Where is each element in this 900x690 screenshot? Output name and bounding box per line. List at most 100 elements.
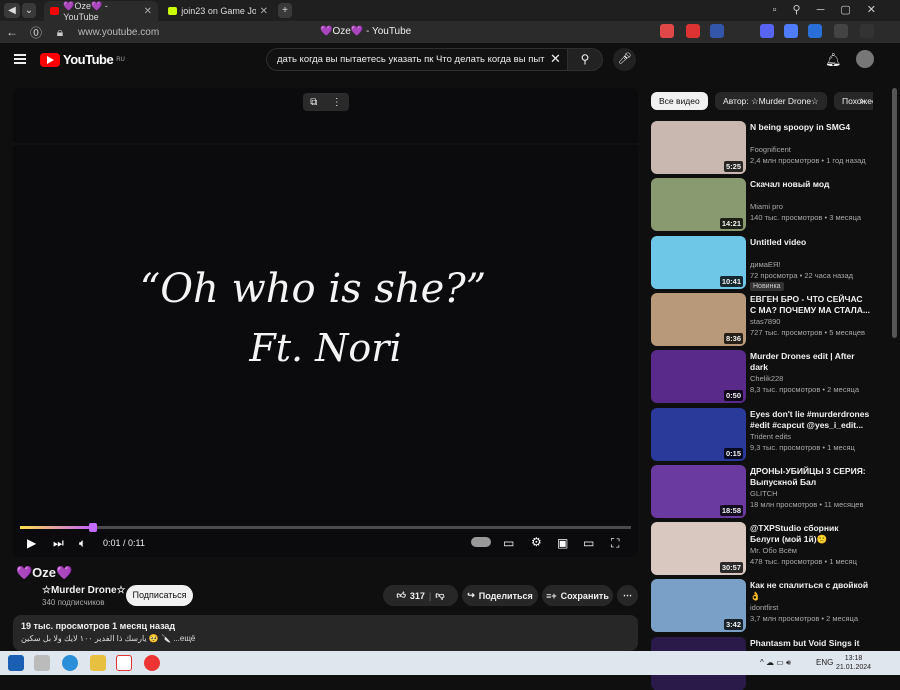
video-thumbnail[interactable]: 30:57	[651, 522, 746, 576]
recommendation-title[interactable]: ЕВГЕН БРО - ЧТО СЕЙЧАС С МА? ПОЧЕМУ МА С…	[750, 294, 870, 316]
url-field[interactable]: www.youtube.com	[78, 27, 159, 38]
search-input[interactable]: дать когда вы пытаетесь указать пк Что д…	[266, 48, 568, 71]
search-button[interactable]: ⚲	[567, 48, 603, 71]
windows-start-icon[interactable]	[8, 655, 24, 671]
subtitles-icon[interactable]: ▭	[503, 536, 514, 550]
new-tab-button[interactable]: +	[278, 3, 292, 18]
more-actions-button[interactable]: ⋯	[617, 585, 638, 606]
chip-all[interactable]: Все видео	[651, 92, 708, 110]
like-icon[interactable]: 👍︎	[396, 590, 405, 601]
voice-search-button[interactable]: 🎤︎	[613, 48, 636, 71]
tab-youtube[interactable]: 💜Oze💜 - YouTube ✕	[44, 1, 158, 22]
extension-icon[interactable]	[660, 24, 674, 38]
cast-icon[interactable]: ⧉	[310, 97, 317, 108]
recommendation-title[interactable]: Untitled video	[750, 237, 870, 248]
miniplayer-icon[interactable]: ▣	[557, 536, 568, 550]
video-thumbnail[interactable]: 0:50	[651, 350, 746, 404]
translate-icon[interactable]	[808, 24, 822, 38]
yandex-icon[interactable]	[144, 655, 160, 671]
video-thumbnail[interactable]: 5:25	[651, 121, 746, 174]
channel-name[interactable]: ☆Murder Drone☆	[42, 585, 126, 596]
yandex-id-icon[interactable]: ⓪	[24, 24, 48, 41]
progress-knob[interactable]	[89, 523, 98, 532]
fullscreen-icon[interactable]: ⛶	[611, 536, 619, 551]
dislike-icon[interactable]: 👎︎	[435, 590, 444, 601]
recommendation-channel[interactable]: idontfirst	[750, 603, 778, 612]
recommendation-channel[interactable]: Mr. Обо Всём	[750, 546, 797, 555]
chip-related[interactable]: Похожее	[834, 92, 873, 110]
recommendation-channel[interactable]: Chelik228	[750, 374, 783, 383]
more-icon[interactable]: ⋮	[332, 97, 342, 108]
settings-icon[interactable]: ⚙	[531, 535, 542, 549]
yandex-browser-icon[interactable]	[116, 655, 132, 671]
video-player[interactable]: ⧉ ⋮ “Oh who is she?” Ft. Nori ▶ ⏭︎ 🔈︎ 0:…	[13, 88, 638, 557]
recommendation-channel[interactable]: димаЕЯ!	[750, 260, 780, 269]
video-thumbnail[interactable]: 18:58	[651, 464, 746, 518]
next-icon[interactable]: ⏭︎	[53, 536, 64, 551]
chip-author[interactable]: Автор: ☆Murder Drone☆	[715, 92, 827, 110]
sound-icon[interactable]: ◀	[4, 3, 20, 18]
download-icon[interactable]	[860, 24, 874, 38]
notifications-icon[interactable]: 🔔︎	[825, 52, 842, 68]
close-icon[interactable]: ✕	[260, 6, 268, 17]
recommendation-title[interactable]: Как не спалиться с двойкой👌	[750, 580, 870, 602]
play-icon[interactable]: ▶	[27, 536, 36, 550]
recommendation-channel[interactable]: Foognificent	[750, 145, 791, 154]
volume-icon[interactable]: 🔈︎	[79, 536, 86, 551]
avatar[interactable]	[856, 50, 874, 68]
edge-icon[interactable]	[62, 655, 78, 671]
recommendation-title[interactable]: Eyes don't lie #murderdrones #edit #capc…	[750, 409, 870, 431]
scrollbar[interactable]	[892, 88, 897, 338]
progress-bar[interactable]	[20, 523, 631, 532]
subscribe-button[interactable]: Подписаться	[126, 585, 193, 606]
extension-icon[interactable]	[834, 24, 848, 38]
close-icon[interactable]: ✕	[144, 6, 152, 17]
recommendation-item[interactable]: 0:15 Eyes don't lie #murderdrones #edit #…	[651, 407, 891, 461]
channel-avatar[interactable]	[16, 585, 38, 607]
recommendation-channel[interactable]: stas7890	[750, 317, 780, 326]
tray-icons[interactable]: ^ ☁ ▭ 🔊︎	[760, 658, 791, 668]
back-icon[interactable]: ←	[0, 25, 24, 39]
discord-icon[interactable]	[760, 24, 774, 38]
menu-icon[interactable]	[14, 54, 26, 64]
recommendation-item[interactable]: 10:41 Untitled video димаЕЯ! 72 просмотра •…	[651, 235, 891, 291]
recommendation-item[interactable]: 3:42 Как не спалиться с двойкой👌 idontfirs…	[651, 579, 891, 633]
tab-menu-icon[interactable]: ⌄	[22, 3, 36, 18]
video-thumbnail[interactable]: 8:36	[651, 292, 746, 346]
extension-icon[interactable]	[686, 24, 700, 38]
video-thumbnail[interactable]: 0:15	[651, 407, 746, 461]
file-explorer-icon[interactable]	[90, 655, 106, 671]
recommendation-item[interactable]: 18:58 ДРОНЫ-УБИЙЦЫ 3 СЕРИЯ: Выпускной Бал…	[651, 464, 891, 518]
recommendation-item[interactable]: 5:25 N being spoopy in SMG4 Foognificent 2,…	[651, 121, 891, 174]
save-button[interactable]: ≡+ Сохранить	[542, 585, 613, 606]
recommendation-item[interactable]: 30:57 @TXPStudio сборник Белуги (мой 1й)🙁…	[651, 522, 891, 576]
recommendation-title[interactable]: N being spoopy in SMG4	[750, 122, 870, 133]
recommendation-channel[interactable]: GLITCH	[750, 489, 778, 498]
recommendation-item[interactable]: 14:21 Скачал новый мод Miami pro 140 тыс. п…	[651, 178, 891, 232]
recommendation-title[interactable]: @TXPStudio сборник Белуги (мой 1й)🙁	[750, 523, 870, 545]
recommendation-title[interactable]: Murder Drones edit | After dark	[750, 351, 870, 373]
recommendation-channel[interactable]: Trident edits	[750, 432, 791, 441]
clear-search-icon[interactable]: ✕	[550, 51, 561, 67]
theater-icon[interactable]: ▭	[583, 536, 594, 550]
chevron-right-icon[interactable]: ›	[860, 95, 864, 107]
extension-icon[interactable]	[784, 24, 798, 38]
language-indicator[interactable]: ENG	[816, 658, 833, 667]
like-dislike-button[interactable]: 👍︎ 317 | 👎︎	[383, 585, 458, 606]
description-box[interactable]: 19 тыс. просмотров 1 месяц назад يارسك ذ…	[13, 615, 638, 651]
clock[interactable]: 13:18 21.01.2024	[836, 654, 871, 672]
task-view-icon[interactable]	[34, 655, 50, 671]
recommendation-title[interactable]: Скачал новый мод	[750, 179, 870, 190]
video-thumbnail[interactable]: 10:41	[651, 235, 746, 289]
lock-icon[interactable]: 🔒︎	[48, 25, 72, 40]
youtube-logo[interactable]: YouTube RU	[40, 52, 125, 67]
video-thumbnail[interactable]: 3:42	[651, 579, 746, 633]
video-thumbnail[interactable]: 14:21	[651, 178, 746, 232]
extension-icon[interactable]	[710, 24, 724, 38]
tab-gamejolt[interactable]: join23 on Game Jolt: "http: ✕	[162, 1, 274, 21]
share-button[interactable]: ↪ Поделиться	[462, 585, 538, 606]
recommendation-item[interactable]: 8:36 ЕВГЕН БРО - ЧТО СЕЙЧАС С МА? ПОЧЕМУ …	[651, 292, 891, 346]
recommendation-channel[interactable]: Miami pro	[750, 202, 783, 211]
recommendation-item[interactable]: 0:50 Murder Drones edit | After dark Cheli…	[651, 350, 891, 404]
autoplay-toggle[interactable]	[471, 537, 491, 547]
